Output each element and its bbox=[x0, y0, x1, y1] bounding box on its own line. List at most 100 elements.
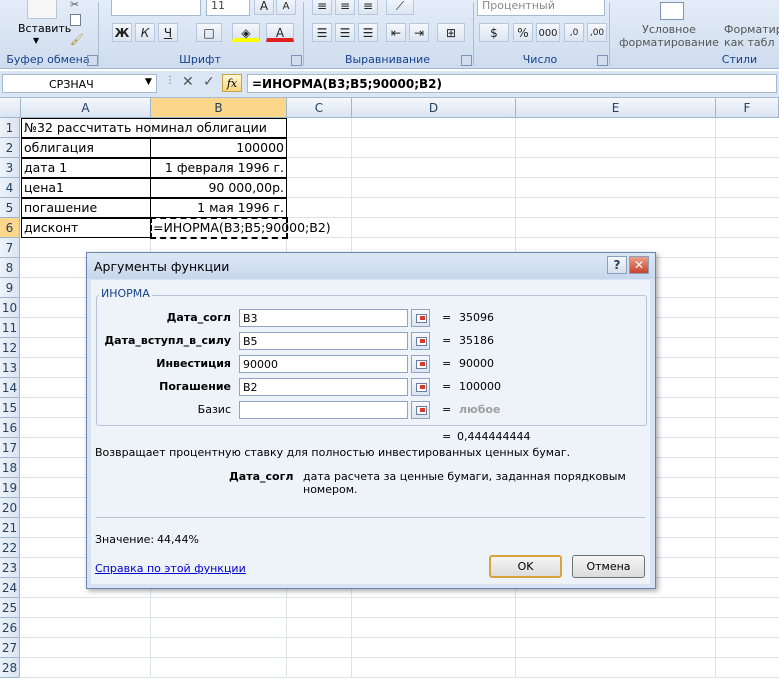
collapse-dialog-icon[interactable] bbox=[411, 332, 430, 350]
name-box[interactable]: СРЗНАЧ bbox=[2, 74, 157, 93]
align-middle-button[interactable]: ≡ bbox=[335, 0, 355, 15]
row-header-11[interactable]: 11 bbox=[0, 318, 20, 338]
align-top-button[interactable]: ≡ bbox=[312, 0, 332, 15]
row-header-17[interactable]: 17 bbox=[0, 438, 20, 458]
italic-button[interactable]: К bbox=[135, 23, 155, 42]
enter-formula-icon[interactable]: ✓ bbox=[203, 74, 215, 90]
col-header-f[interactable]: F bbox=[716, 98, 779, 118]
dialog-titlebar[interactable]: Аргументы функции ? ✕ bbox=[87, 253, 655, 279]
row-header-18[interactable]: 18 bbox=[0, 458, 20, 478]
cell-b5[interactable]: 1 мая 1996 г. bbox=[151, 198, 284, 218]
row-header-19[interactable]: 19 bbox=[0, 478, 20, 498]
row-header-16[interactable]: 16 bbox=[0, 418, 20, 438]
cell-b6[interactable]: =ИНОРМА(B3;B5;90000;B2) bbox=[153, 218, 331, 238]
select-all-corner[interactable] bbox=[0, 98, 21, 118]
format-as-table-button[interactable]: Форматир как табл bbox=[724, 23, 779, 49]
clipboard-launcher-icon[interactable] bbox=[87, 55, 98, 66]
increase-decimal-button[interactable]: ,0 bbox=[564, 23, 584, 42]
formula-input[interactable]: =ИНОРМА(B3;B5;90000;B2) bbox=[247, 74, 777, 93]
help-button[interactable]: ? bbox=[607, 256, 627, 274]
alignment-launcher-icon[interactable] bbox=[461, 55, 472, 66]
align-bottom-button[interactable]: ≡ bbox=[358, 0, 378, 15]
merge-button[interactable]: ⊞ bbox=[437, 23, 465, 42]
row-header-8[interactable]: 8 bbox=[0, 258, 20, 278]
increase-indent-button[interactable]: ⇥ bbox=[409, 23, 429, 42]
cell-b2[interactable]: 100000 bbox=[151, 138, 284, 158]
percent-button[interactable]: % bbox=[513, 23, 533, 42]
shrink-font-button[interactable]: A bbox=[276, 0, 296, 15]
row-header-6[interactable]: 6 bbox=[0, 218, 20, 238]
row-header-21[interactable]: 21 bbox=[0, 518, 20, 538]
row-header-3[interactable]: 3 bbox=[0, 158, 20, 178]
col-header-d[interactable]: D bbox=[352, 98, 516, 118]
font-color-button[interactable]: A bbox=[266, 23, 294, 42]
copy-icon[interactable] bbox=[70, 14, 81, 26]
row-header-15[interactable]: 15 bbox=[0, 398, 20, 418]
orientation-button[interactable]: ⟋ bbox=[386, 0, 414, 15]
row-header-9[interactable]: 9 bbox=[0, 278, 20, 298]
number-launcher-icon[interactable] bbox=[597, 55, 608, 66]
collapse-dialog-icon[interactable] bbox=[411, 378, 430, 396]
row-header-23[interactable]: 23 bbox=[0, 558, 20, 578]
collapse-dialog-icon[interactable] bbox=[411, 355, 430, 373]
collapse-dialog-icon[interactable] bbox=[411, 401, 430, 419]
row-header-7[interactable]: 7 bbox=[0, 238, 20, 258]
dropdown-arrow-icon[interactable]: ▼ bbox=[33, 36, 39, 45]
cell-b3[interactable]: 1 февраля 1996 г. bbox=[151, 158, 284, 178]
ok-button[interactable]: OK bbox=[489, 555, 562, 578]
row-header-28[interactable]: 28 bbox=[0, 658, 20, 678]
arg-input[interactable]: B3 bbox=[239, 309, 408, 327]
font-size-box[interactable]: 11 bbox=[206, 0, 250, 16]
name-box-dropdown-icon[interactable]: ▼ bbox=[145, 77, 152, 87]
bold-button[interactable]: Ж bbox=[112, 23, 132, 42]
insert-function-button[interactable]: fx bbox=[222, 74, 242, 92]
decrease-decimal-button[interactable]: ,00 bbox=[587, 23, 607, 42]
conditional-format-button[interactable]: Условное форматирование bbox=[614, 23, 724, 49]
fill-color-button[interactable]: ◈ bbox=[232, 23, 260, 42]
thousands-button[interactable]: 000 bbox=[536, 23, 560, 42]
underline-button[interactable]: Ч bbox=[158, 23, 178, 42]
decrease-indent-button[interactable]: ⇤ bbox=[386, 23, 406, 42]
row-header-25[interactable]: 25 bbox=[0, 598, 20, 618]
align-left-button[interactable]: ☰ bbox=[312, 23, 332, 42]
currency-button[interactable]: $ bbox=[479, 23, 509, 42]
arg-input[interactable]: B2 bbox=[239, 378, 408, 396]
collapse-dialog-icon[interactable] bbox=[411, 309, 430, 327]
arg-input[interactable] bbox=[239, 401, 408, 419]
cancel-formula-icon[interactable]: ✕ bbox=[182, 74, 194, 90]
close-button[interactable]: ✕ bbox=[629, 256, 649, 274]
row-header-27[interactable]: 27 bbox=[0, 638, 20, 658]
row-header-26[interactable]: 26 bbox=[0, 618, 20, 638]
arg-input[interactable]: B5 bbox=[239, 332, 408, 350]
font-launcher-icon[interactable] bbox=[291, 55, 302, 66]
cancel-button[interactable]: Отмена bbox=[572, 555, 645, 578]
arg-input[interactable]: 90000 bbox=[239, 355, 408, 373]
grow-font-button[interactable]: A bbox=[254, 0, 274, 15]
col-header-b[interactable]: B bbox=[151, 98, 287, 118]
col-header-a[interactable]: A bbox=[21, 98, 151, 118]
row-header-14[interactable]: 14 bbox=[0, 378, 20, 398]
cell-a1[interactable]: №32 рассчитать номинал облигации bbox=[24, 118, 267, 138]
help-link[interactable]: Справка по этой функции bbox=[95, 562, 246, 575]
row-header-2[interactable]: 2 bbox=[0, 138, 20, 158]
row-header-12[interactable]: 12 bbox=[0, 338, 20, 358]
row-header-20[interactable]: 20 bbox=[0, 498, 20, 518]
number-format-box[interactable]: Процентный bbox=[477, 0, 605, 16]
borders-button[interactable]: □ bbox=[196, 23, 222, 42]
row-header-24[interactable]: 24 bbox=[0, 578, 20, 598]
font-name-box[interactable] bbox=[111, 0, 201, 16]
cell-a5[interactable]: погашение bbox=[24, 198, 97, 218]
row-header-10[interactable]: 10 bbox=[0, 298, 20, 318]
align-center-button[interactable]: ☰ bbox=[335, 23, 355, 42]
row-header-4[interactable]: 4 bbox=[0, 178, 20, 198]
paste-button[interactable]: Вставить bbox=[18, 22, 71, 35]
format-painter-icon[interactable]: 🖌 bbox=[70, 33, 84, 46]
conditional-format-icon[interactable] bbox=[660, 2, 684, 20]
col-header-e[interactable]: E bbox=[516, 98, 716, 118]
paste-icon[interactable] bbox=[27, 0, 57, 19]
row-header-13[interactable]: 13 bbox=[0, 358, 20, 378]
col-header-c[interactable]: C bbox=[287, 98, 352, 118]
align-right-button[interactable]: ☰ bbox=[358, 23, 378, 42]
row-header-5[interactable]: 5 bbox=[0, 198, 20, 218]
row-header-1[interactable]: 1 bbox=[0, 118, 20, 138]
